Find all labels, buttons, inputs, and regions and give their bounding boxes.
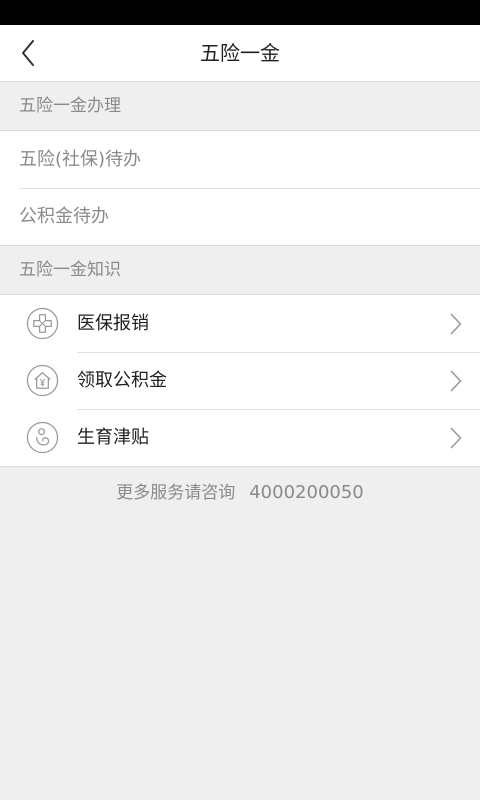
section-header-knowledge: 五险一金知识	[0, 246, 480, 294]
list-item-social-insurance-todo[interactable]: 五险(社保)待办	[0, 131, 480, 188]
mother-baby-icon	[26, 421, 59, 454]
page-title: 五险一金	[200, 41, 280, 65]
list-item-medical-reimbursement[interactable]: 医保报销	[0, 295, 480, 352]
list-item-label: 公积金待办	[19, 206, 109, 227]
chevron-right-icon	[450, 427, 462, 449]
list-item-label: 五险(社保)待办	[19, 149, 142, 170]
list-item-label: 生育津贴	[77, 427, 149, 448]
chevron-right-icon	[450, 370, 462, 392]
knowledge-list: 医保报销 领取公积金 生育津贴	[0, 294, 480, 467]
list-item-housing-fund-todo[interactable]: 公积金待办	[0, 188, 480, 245]
list-item-maternity-allowance[interactable]: 生育津贴	[0, 409, 480, 466]
status-bar	[0, 0, 480, 25]
service-hotline-label: 更多服务请咨询	[116, 483, 236, 503]
handling-list: 五险(社保)待办 公积金待办	[0, 130, 480, 246]
navigation-bar: 五险一金	[0, 25, 480, 82]
house-yen-icon	[26, 364, 59, 397]
service-hotline: 更多服务请咨询 4000200050	[0, 478, 480, 508]
medical-cross-icon	[26, 307, 59, 340]
service-hotline-number[interactable]: 4000200050	[249, 482, 364, 503]
section-header-handling: 五险一金办理	[0, 82, 480, 130]
chevron-right-icon	[450, 313, 462, 335]
list-item-label: 医保报销	[77, 313, 149, 334]
list-item-withdraw-housing-fund[interactable]: 领取公积金	[0, 352, 480, 409]
list-item-label: 领取公积金	[77, 370, 167, 391]
